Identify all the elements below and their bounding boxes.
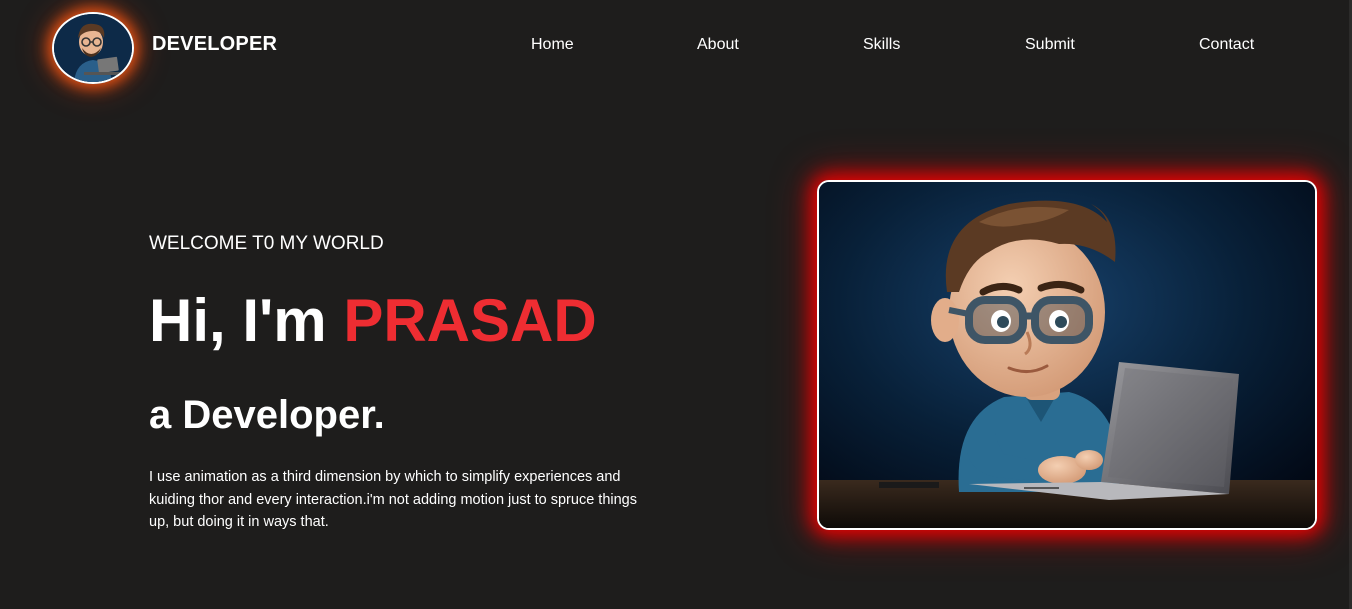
nav-home[interactable]: Home: [531, 36, 574, 54]
nav-about[interactable]: About: [697, 36, 739, 54]
hero-image-frame: [817, 180, 1317, 530]
brand-title[interactable]: DEVELOPER: [152, 33, 277, 56]
nav-skills[interactable]: Skills: [863, 36, 900, 54]
hero-description: I use animation as a third dimension by …: [149, 469, 637, 530]
logo-avatar[interactable]: [52, 12, 134, 84]
greeting-text: Hi, I'm: [149, 287, 327, 354]
welcome-text: WELCOME T0 MY WORLD: [149, 233, 384, 254]
name-highlight: PRASAD: [343, 287, 597, 354]
nav-contact[interactable]: Contact: [1199, 36, 1254, 54]
developer-with-laptop-illustration: [819, 182, 1315, 528]
role-heading: a Developer.: [149, 393, 385, 437]
developer-avatar-icon: [54, 14, 132, 82]
nav-submit[interactable]: Submit: [1025, 36, 1075, 54]
greeting-heading: Hi, I'm PRASAD: [149, 286, 597, 355]
